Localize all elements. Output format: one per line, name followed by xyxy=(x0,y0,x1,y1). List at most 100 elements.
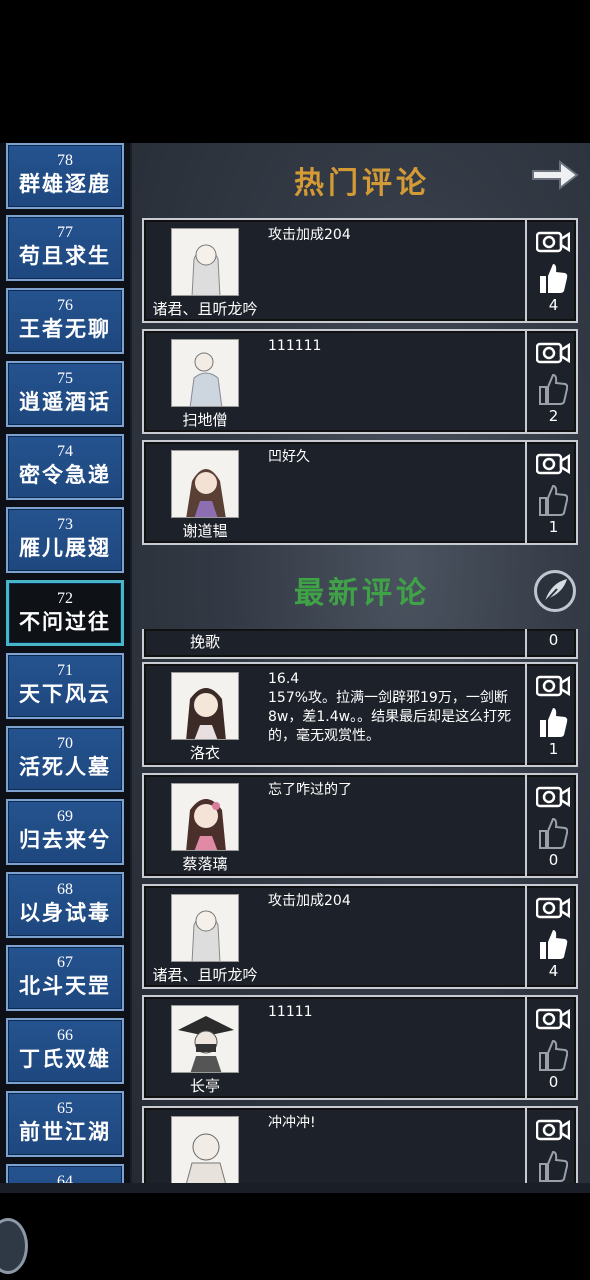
chapter-item[interactable]: 75 逍遥酒话 xyxy=(6,361,124,427)
like-count: 1 xyxy=(548,740,559,758)
chapter-item[interactable]: 73 雁儿展翅 xyxy=(6,507,124,573)
chapter-name: 雁儿展翅 xyxy=(19,535,111,560)
comment-text: 忘了咋过的了 xyxy=(268,782,352,798)
avatar xyxy=(171,228,239,296)
latest-comments-title: 最新评论 xyxy=(294,576,430,611)
chapter-name: 苟且求生 xyxy=(19,243,111,268)
chapter-item[interactable]: 70 活死人墓 xyxy=(6,726,124,792)
comment-username[interactable]: 长亭 xyxy=(144,1075,266,1096)
avatar xyxy=(171,339,239,407)
comment-text: 攻击加成204 xyxy=(268,227,351,243)
chapter-name: 逍遥酒话 xyxy=(19,389,111,414)
video-camera-icon[interactable] xyxy=(536,1118,570,1142)
video-camera-icon[interactable] xyxy=(536,674,570,698)
chapter-number: 72 xyxy=(57,590,73,607)
comment-card: 冲冲冲! xyxy=(142,1106,578,1183)
quill-icon xyxy=(542,579,567,605)
comment-username[interactable]: 诸君、且听龙吟 xyxy=(144,964,266,985)
comment-actions: 0 xyxy=(525,629,578,657)
floating-menu-button[interactable] xyxy=(0,1218,28,1274)
chapter-name: 丁氏双雄 xyxy=(19,1046,111,1071)
thumbs-up-icon[interactable] xyxy=(538,262,568,294)
thumbs-up-icon[interactable] xyxy=(538,484,568,516)
like-count: 0 xyxy=(548,851,559,869)
avatar xyxy=(171,1005,239,1073)
chapter-item[interactable]: 71 天下风云 xyxy=(6,653,124,719)
video-camera-icon[interactable] xyxy=(536,452,570,476)
comment-actions xyxy=(525,1108,578,1183)
comment-card: 洛衣 16.4 157%攻。拉满一剑辟邪19万，一剑断8w，差1.4w。。结果最… xyxy=(142,662,578,767)
chapter-item[interactable]: 68 以身试毒 xyxy=(6,872,124,938)
comment-username[interactable]: 谢道韫 xyxy=(144,520,266,541)
comment-card: 扫地僧 111111 2 xyxy=(142,329,578,434)
hot-comments-title: 热门评论 xyxy=(294,166,430,201)
comment-card: 诸君、且听龙吟 攻击加成204 4 xyxy=(142,884,578,989)
avatar xyxy=(171,672,239,740)
chapter-sidebar[interactable]: 78 群雄逐鹿 77 苟且求生 76 王者无聊 75 逍遥酒话 74 密令急递 73 雁儿展… xyxy=(0,143,130,1183)
comment-card: 谢道韫 凹好久 1 xyxy=(142,440,578,545)
comment-card: 诸君、且听龙吟 攻击加成204 4 xyxy=(142,218,578,323)
chapter-item[interactable]: 74 密令急递 xyxy=(6,434,124,500)
thumbs-up-icon[interactable] xyxy=(538,1039,568,1071)
chapter-number: 78 xyxy=(57,152,73,169)
chapter-name: 天下风云 xyxy=(19,681,111,706)
video-camera-icon[interactable] xyxy=(536,896,570,920)
like-count: 2 xyxy=(548,407,559,425)
thumbs-up-icon[interactable] xyxy=(538,706,568,738)
comment-text: 攻击加成204 xyxy=(268,893,351,909)
video-camera-icon[interactable] xyxy=(536,230,570,254)
comment-username[interactable]: 扫地僧 xyxy=(144,409,266,430)
comments-screen: 78 群雄逐鹿 77 苟且求生 76 王者无聊 75 逍遥酒话 74 密令急递 73 雁儿展… xyxy=(0,143,590,1193)
avatar xyxy=(171,783,239,851)
comment-username[interactable]: 诸君、且听龙吟 xyxy=(144,298,266,319)
comment-card: 蔡落璃 忘了咋过的了 0 xyxy=(142,773,578,878)
comment-actions: 0 xyxy=(525,775,578,876)
chapter-number: 68 xyxy=(57,881,73,898)
chapter-number: 67 xyxy=(57,954,73,971)
chapter-item[interactable]: 64 xyxy=(6,1164,124,1183)
chapter-name: 王者无聊 xyxy=(19,316,111,341)
thumbs-up-icon[interactable] xyxy=(538,817,568,849)
chapter-number: 70 xyxy=(57,735,73,752)
chapter-number: 64 xyxy=(57,1173,73,1183)
like-count: 1 xyxy=(548,518,559,536)
comment-username[interactable]: 洛衣 xyxy=(144,742,266,763)
like-count: 0 xyxy=(548,1073,559,1091)
chapter-name: 归去来兮 xyxy=(19,827,111,852)
write-comment-button[interactable] xyxy=(534,570,576,612)
comment-actions: 2 xyxy=(525,331,578,432)
comment-username[interactable]: 蔡落璃 xyxy=(144,853,266,874)
comment-text: 11111 xyxy=(268,1004,313,1020)
chapter-name: 群雄逐鹿 xyxy=(19,171,111,196)
video-camera-icon[interactable] xyxy=(536,1007,570,1031)
chapter-number: 65 xyxy=(57,1100,73,1117)
comment-actions: 1 xyxy=(525,664,578,765)
comment-text: 16.4 157%攻。拉满一剑辟邪19万，一剑断8w，差1.4w。。结果最后却是… xyxy=(268,671,512,744)
chapter-name: 不问过往 xyxy=(19,609,111,634)
comment-card-partial: 挽歌 0 xyxy=(142,629,578,659)
comment-text: 凹好久 xyxy=(268,449,310,465)
chapter-item-active[interactable]: 72 不问过往 xyxy=(6,580,124,646)
avatar xyxy=(171,450,239,518)
chapter-item[interactable]: 76 王者无聊 xyxy=(6,288,124,354)
comments-panel[interactable]: 热门评论 诸君、且听龙吟 攻击加成204 4 扫地僧 111111 2 谢道韫 … xyxy=(132,143,590,1183)
thumbs-up-icon[interactable] xyxy=(538,928,568,960)
chapter-number: 71 xyxy=(57,662,73,679)
chapter-item[interactable]: 66 丁氏双雄 xyxy=(6,1018,124,1084)
chapter-item[interactable]: 77 苟且求生 xyxy=(6,215,124,281)
video-camera-icon[interactable] xyxy=(536,341,570,365)
chapter-item[interactable]: 78 群雄逐鹿 xyxy=(6,143,124,209)
comment-actions: 4 xyxy=(525,886,578,987)
thumbs-up-icon[interactable] xyxy=(538,373,568,405)
chapter-name: 北斗天罡 xyxy=(19,973,111,998)
chapter-item[interactable]: 65 前世江湖 xyxy=(6,1091,124,1157)
chapter-number: 75 xyxy=(57,370,73,387)
chapter-item[interactable]: 67 北斗天罡 xyxy=(6,945,124,1011)
video-camera-icon[interactable] xyxy=(536,785,570,809)
avatar xyxy=(171,1116,239,1183)
comment-card: 长亭 11111 0 xyxy=(142,995,578,1100)
thumbs-up-icon[interactable] xyxy=(538,1150,568,1182)
next-arrow-icon[interactable] xyxy=(530,155,580,195)
comment-username[interactable]: 挽歌 xyxy=(144,631,266,652)
chapter-item[interactable]: 69 归去来兮 xyxy=(6,799,124,865)
